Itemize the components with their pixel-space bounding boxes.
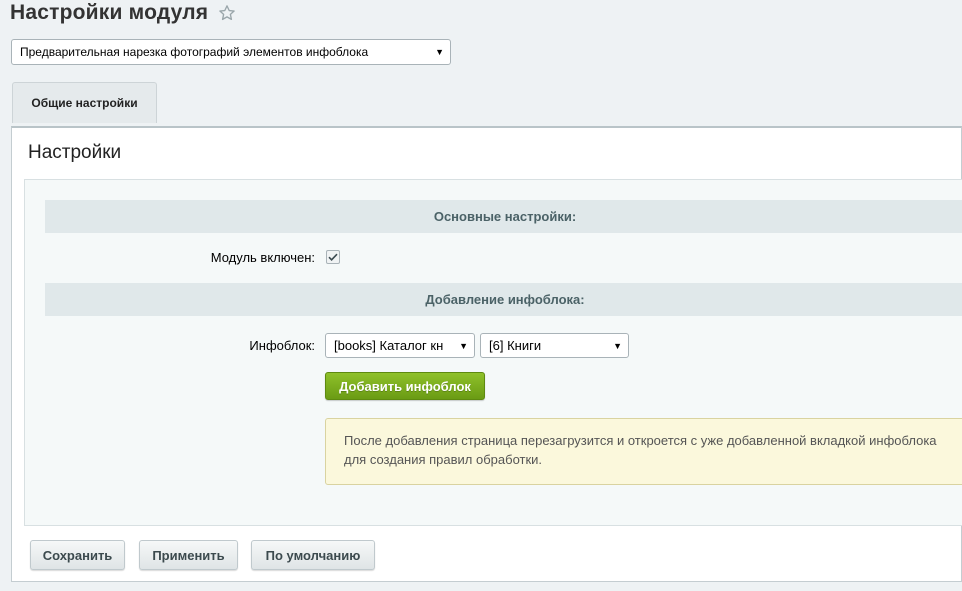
chevron-down-icon: ▼ [613,340,622,351]
save-button[interactable]: Сохранить [30,540,125,570]
checkmark-icon [328,253,338,261]
section-header-main: Основные настройки: [45,200,962,233]
iblock-type-select[interactable]: [books] Каталог кн ▼ [325,333,475,358]
apply-button[interactable]: Применить [139,540,238,570]
section-header-add-iblock: Добавление инфоблока: [45,283,962,316]
chevron-down-icon: ▼ [435,47,444,57]
tab-general-settings[interactable]: Общие настройки [12,82,157,123]
module-select[interactable]: Предварительная нарезка фотографий элеме… [11,39,451,65]
iblock-select[interactable]: [6] Книги ▼ [480,333,629,358]
module-enabled-label: Модуль включен: [210,250,315,265]
star-icon[interactable] [218,4,236,22]
page-header: Настройки модуля [10,0,236,26]
settings-form: Основные настройки: Модуль включен: Доба… [24,179,962,526]
default-button[interactable]: По умолчанию [251,540,375,570]
page-title: Настройки модуля [10,1,209,24]
chevron-down-icon: ▼ [456,340,468,351]
iblock-select-value: [6] Книги [489,338,542,353]
settings-panel: Настройки Основные настройки: Модуль вкл… [11,126,962,582]
panel-heading: Настройки [28,142,122,163]
iblock-label: Инфоблок: [249,338,315,353]
add-iblock-button[interactable]: Добавить инфоблок [325,372,485,400]
iblock-type-select-value: [books] Каталог кн [334,338,444,353]
module-select-value: Предварительная нарезка фотографий элеме… [20,45,369,59]
module-enabled-checkbox[interactable] [326,250,340,264]
info-notice: После добавления страница перезагрузится… [325,418,962,485]
